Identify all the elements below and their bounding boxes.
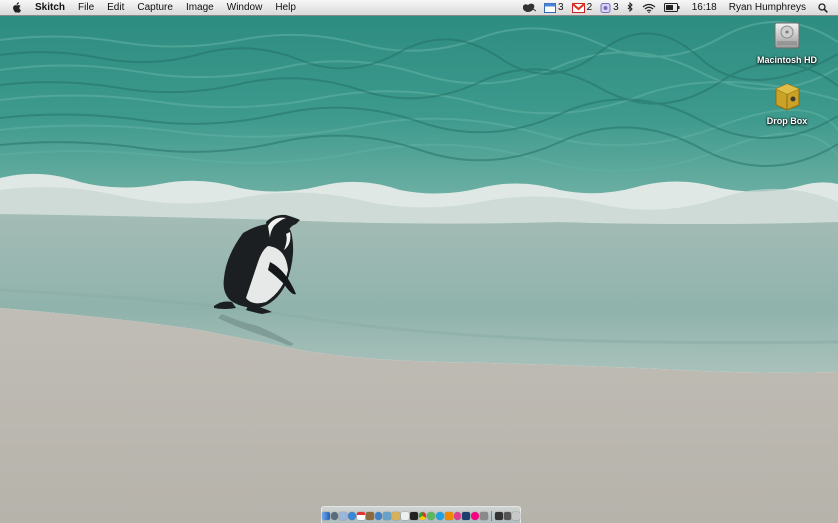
menu-help[interactable]: Help (275, 0, 296, 15)
battery-icon[interactable] (663, 0, 680, 15)
flickr-icon[interactable] (471, 511, 479, 520)
menu-edit[interactable]: Edit (107, 0, 124, 15)
im-icon (600, 2, 611, 13)
menu-image[interactable]: Image (186, 0, 214, 15)
vlc-icon[interactable] (444, 511, 453, 520)
menu-app-name[interactable]: Skitch (35, 0, 65, 15)
spotlight-search-icon[interactable] (818, 0, 828, 15)
preview-icon[interactable] (392, 511, 400, 520)
skype-icon[interactable] (436, 511, 444, 520)
ical-icon[interactable] (357, 511, 365, 520)
bluetooth-icon[interactable] (627, 0, 634, 15)
desktop-icon-label: Macintosh HD (756, 55, 817, 65)
im-count: 3 (613, 2, 619, 13)
user-menu[interactable]: Ryan Humphreys (729, 0, 806, 15)
menu-window[interactable]: Window (227, 0, 263, 15)
finder-icon[interactable] (321, 511, 330, 520)
menu-file[interactable]: File (78, 0, 94, 15)
menu-bar: Skitch File Edit Capture Image Window He… (0, 0, 838, 16)
trash-icon[interactable] (512, 511, 521, 520)
chrome-icon[interactable] (418, 511, 427, 520)
terminal-icon[interactable] (409, 511, 418, 520)
downloads-stack-icon[interactable] (494, 511, 503, 520)
calendar-status-item[interactable]: 3 (544, 0, 564, 15)
desktop-icon-label: Drop Box (766, 116, 808, 126)
address-book-icon[interactable] (365, 511, 374, 520)
documents-stack-icon[interactable] (503, 511, 512, 520)
adium-icon[interactable] (427, 511, 436, 520)
gmail-count: 2 (586, 2, 593, 13)
gmail-status-item[interactable]: 2 (571, 0, 593, 15)
hard-drive-icon (774, 22, 800, 49)
desktop-icon-drop-box[interactable]: Drop Box (752, 81, 822, 129)
desktop[interactable]: Skitch File Edit Capture Image Window He… (0, 0, 838, 523)
wallpaper-penguin-beach (0, 15, 838, 523)
growl-icon[interactable] (522, 0, 537, 15)
safari-icon[interactable] (348, 511, 357, 520)
skitch-icon[interactable] (453, 511, 462, 520)
dock (321, 506, 521, 523)
desktop-icon-macintosh-hd[interactable]: Macintosh HD (752, 20, 822, 68)
mail-icon[interactable] (339, 511, 348, 520)
apple-menu-icon[interactable] (10, 0, 23, 15)
menu-capture[interactable]: Capture (137, 0, 173, 15)
system-prefs-icon[interactable] (479, 511, 488, 520)
dashboard-icon[interactable] (330, 511, 339, 520)
photoshop-icon[interactable] (462, 511, 471, 520)
calendar-icon (544, 2, 557, 13)
itunes-icon[interactable] (374, 511, 383, 520)
menu-clock[interactable]: 16:18 (692, 0, 717, 15)
textedit-icon[interactable] (400, 511, 409, 520)
calendar-count: 3 (558, 2, 564, 13)
iphoto-icon[interactable] (383, 511, 392, 520)
drop-box-icon (775, 83, 800, 111)
gmail-icon (571, 2, 585, 13)
im-status-item[interactable]: 3 (600, 0, 619, 15)
dock-separator (490, 510, 492, 521)
wifi-icon[interactable] (642, 0, 656, 15)
